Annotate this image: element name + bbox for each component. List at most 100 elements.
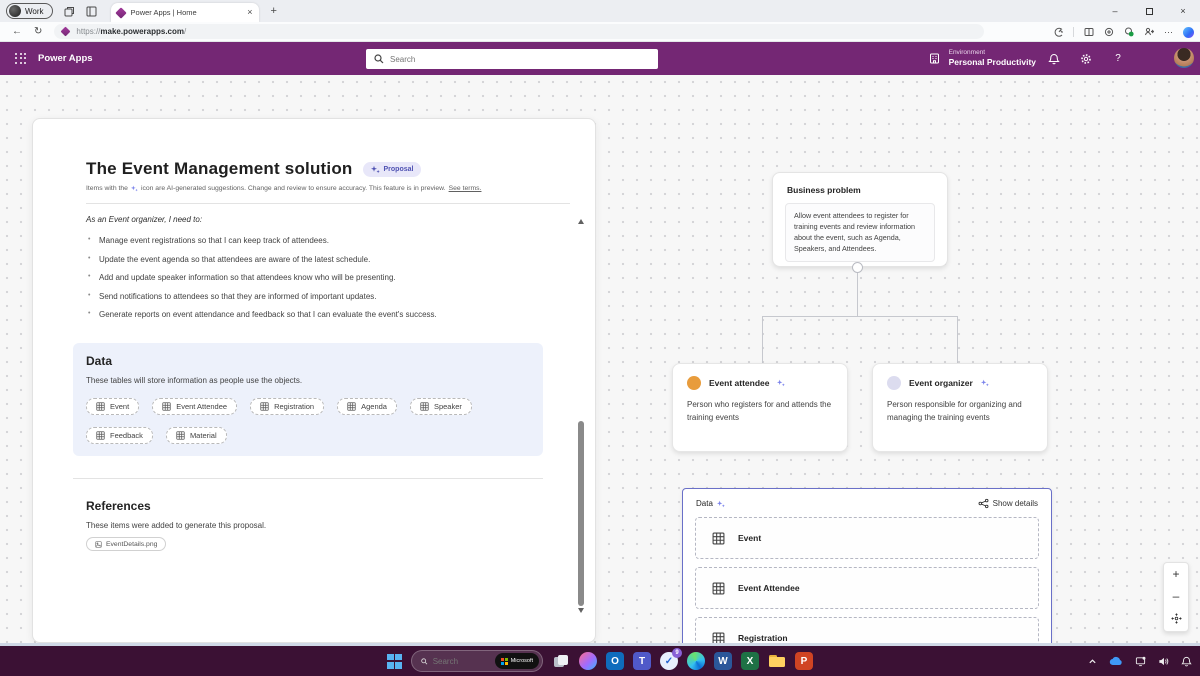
data-table-row[interactable]: Registration <box>695 617 1039 643</box>
workspaces-icon[interactable] <box>64 6 75 17</box>
role-card-row: Event attendee Person who registers for … <box>672 363 1048 452</box>
table-pill[interactable]: Event Attendee <box>152 398 237 415</box>
onedrive-icon[interactable] <box>1109 656 1123 666</box>
word-icon[interactable]: W <box>714 652 732 670</box>
zoom-in-button[interactable] <box>1172 568 1179 580</box>
show-details-button[interactable]: Show details <box>978 498 1038 509</box>
system-tray <box>1088 646 1192 676</box>
canvas-data-panel[interactable]: Data Show details Event Event Attendee <box>682 488 1052 643</box>
app-name[interactable]: Power Apps <box>38 53 93 64</box>
tab-close-icon[interactable] <box>247 8 252 17</box>
browser-tab-power-apps[interactable]: Power Apps | Home <box>111 3 259 22</box>
scroll-down-icon[interactable] <box>578 608 584 613</box>
connector-dot[interactable] <box>852 262 863 273</box>
role-card[interactable]: Event attendee Person who registers for … <box>672 363 848 452</box>
table-pill[interactable]: Material <box>166 427 227 444</box>
settings-gear-icon[interactable] <box>1074 42 1098 75</box>
refresh-icon[interactable] <box>34 27 42 37</box>
reference-file-pill[interactable]: EventDetails.png <box>86 537 166 551</box>
window-close-button[interactable] <box>1166 6 1200 16</box>
browser-essentials-icon[interactable] <box>1053 27 1064 38</box>
main-content: The Event Management solution Proposal I… <box>0 75 1200 643</box>
screen: Work Power Apps | Home https://make.powe… <box>0 0 1200 676</box>
scrollbar-thumb[interactable] <box>578 421 584 606</box>
role-name: Event organizer <box>909 378 973 388</box>
ai-disclaimer: Items with the icon are AI-generated sug… <box>86 185 481 192</box>
split-screen-icon[interactable] <box>1083 27 1094 38</box>
tray-chevron-icon[interactable] <box>1088 657 1097 666</box>
file-explorer-icon[interactable] <box>768 652 786 670</box>
references-section: References These items were added to gen… <box>86 499 543 553</box>
reference-file-list: EventDetails.png <box>86 530 543 553</box>
copilot-icon[interactable] <box>1183 27 1194 38</box>
header-search-box[interactable] <box>366 49 658 69</box>
extensions-icon[interactable] <box>1103 27 1114 38</box>
table-icon <box>712 532 725 545</box>
todo-icon[interactable]: ✓9 <box>660 652 678 670</box>
table-icon <box>712 632 725 644</box>
data-table-row[interactable]: Event Attendee <box>695 567 1039 609</box>
task-view-icon[interactable] <box>552 652 570 670</box>
edge-icon[interactable] <box>687 652 705 670</box>
proposal-status-badge: Proposal <box>363 162 422 177</box>
start-button-icon[interactable] <box>387 654 402 669</box>
proposal-scroll-area: As an Event organizer, I need to: Manage… <box>73 207 543 622</box>
app-launcher-icon[interactable] <box>10 48 32 70</box>
powerpoint-icon[interactable]: P <box>795 652 813 670</box>
table-icon <box>96 402 105 411</box>
user-avatar[interactable] <box>1174 48 1194 68</box>
divider <box>73 478 543 479</box>
excel-icon[interactable]: X <box>741 652 759 670</box>
table-pill[interactable]: Speaker <box>410 398 472 415</box>
outlook-icon[interactable]: O <box>606 652 624 670</box>
role-card[interactable]: Event organizer Person responsible for o… <box>872 363 1048 452</box>
table-pill[interactable]: Feedback <box>86 427 153 444</box>
table-pill[interactable]: Registration <box>250 398 324 415</box>
security-icon[interactable] <box>1123 27 1134 38</box>
see-terms-link[interactable]: See terms. <box>449 185 482 192</box>
back-icon[interactable] <box>12 27 22 37</box>
role-avatar-icon <box>687 376 701 390</box>
user-story-list: Manage event registrations so that I can… <box>86 236 543 319</box>
microsoft-badge: Microsoft <box>495 653 539 669</box>
window-restore-button[interactable] <box>1132 8 1166 15</box>
pan-icon[interactable] <box>1171 613 1182 626</box>
notifications-bell-icon[interactable] <box>1042 42 1066 75</box>
table-icon <box>96 431 105 440</box>
window-minimize-button[interactable] <box>1098 6 1132 16</box>
sparkle-icon <box>981 379 989 387</box>
more-options-icon[interactable] <box>1163 27 1174 38</box>
volume-icon[interactable] <box>1158 656 1169 667</box>
proposal-panel: The Event Management solution Proposal I… <box>32 118 596 643</box>
scroll-up-icon[interactable] <box>578 219 584 224</box>
microsoft-logo-icon <box>501 658 508 665</box>
data-table-row[interactable]: Event <box>695 517 1039 559</box>
table-pill[interactable]: Agenda <box>337 398 397 415</box>
profile-sync-icon[interactable] <box>1143 27 1154 38</box>
browser-profile-button[interactable]: Work <box>6 3 53 19</box>
header-search-input[interactable] <box>390 55 630 64</box>
zoom-out-button[interactable] <box>1173 590 1180 602</box>
copilot-app-icon[interactable] <box>579 652 597 670</box>
document-scrollbar[interactable] <box>576 219 586 613</box>
table-icon <box>162 402 171 411</box>
address-bar-icons <box>1053 22 1194 42</box>
role-description: Person who registers for and attends the… <box>687 399 833 425</box>
table-pill[interactable]: Event <box>86 398 139 415</box>
vertical-tabs-icon[interactable] <box>86 6 97 17</box>
business-problem-card[interactable]: Business problem Allow event attendees t… <box>772 172 948 267</box>
search-icon <box>421 657 428 666</box>
url-text: https://make.powerapps.com/ <box>76 27 186 36</box>
teams-icon[interactable]: T <box>633 652 651 670</box>
tray-bell-icon[interactable] <box>1181 656 1192 667</box>
role-description: Person responsible for organizing and ma… <box>887 399 1033 425</box>
flow-icon <box>978 498 989 509</box>
taskbar-search-box[interactable]: Microsoft <box>411 650 543 672</box>
browser-address-bar: https://make.powerapps.com/ <box>0 22 1200 42</box>
new-tab-button[interactable] <box>271 6 277 17</box>
taskbar-search-input[interactable] <box>433 657 495 666</box>
help-icon[interactable] <box>1106 42 1130 75</box>
environment-picker[interactable]: Environment Personal Productivity <box>928 42 1036 75</box>
url-field[interactable]: https://make.powerapps.com/ <box>54 24 984 39</box>
display-icon[interactable] <box>1135 656 1146 667</box>
